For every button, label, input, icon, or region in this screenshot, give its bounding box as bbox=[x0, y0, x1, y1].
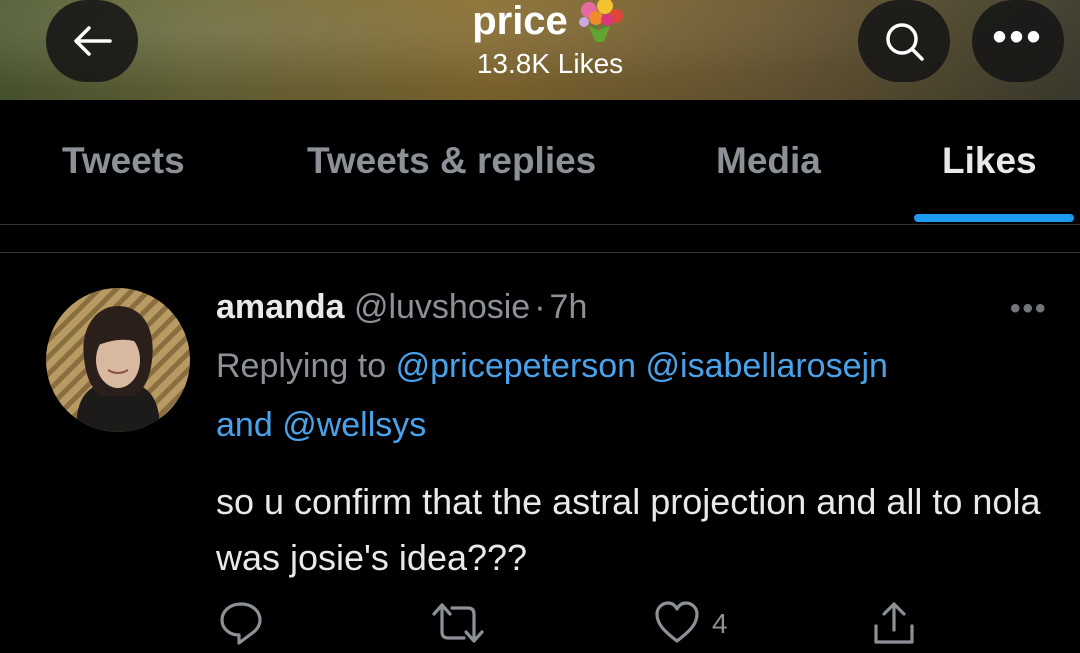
mention-link[interactable]: @wellsys bbox=[282, 406, 426, 444]
more-button[interactable]: ••• bbox=[972, 0, 1064, 82]
mention-link[interactable]: @isabellarosejn bbox=[646, 347, 888, 385]
separator-dot: · bbox=[534, 288, 546, 326]
retweet-icon bbox=[432, 603, 484, 643]
share-button[interactable] bbox=[872, 600, 916, 653]
retweet-button[interactable] bbox=[430, 600, 486, 653]
search-button[interactable] bbox=[858, 0, 950, 82]
heart-icon bbox=[655, 601, 699, 643]
back-arrow-icon bbox=[74, 26, 112, 56]
flower-bouquet-icon bbox=[574, 0, 628, 49]
author-name[interactable]: amanda bbox=[216, 288, 345, 326]
tweet-header: amanda @luvshosie · 7h bbox=[216, 288, 587, 327]
replying-to-line: Replying to @pricepeterson @isabellarose… bbox=[216, 346, 1056, 386]
profile-title: price 13.8K Likes bbox=[420, 0, 680, 79]
tab-likes[interactable]: Likes bbox=[942, 140, 1037, 182]
mention-link[interactable]: @pricepeterson bbox=[396, 347, 637, 385]
replying-to-line-2: and @wellsys bbox=[216, 405, 1056, 445]
tab-tweets[interactable]: Tweets bbox=[62, 140, 185, 182]
like-button[interactable]: 4 bbox=[654, 600, 728, 653]
tweet-text: so u confirm that the astral projection … bbox=[216, 481, 1041, 578]
share-icon bbox=[874, 602, 914, 644]
tabs-divider bbox=[0, 224, 1080, 225]
profile-name: price bbox=[472, 0, 568, 43]
tab-tweets-replies[interactable]: Tweets & replies bbox=[307, 140, 596, 182]
tab-media[interactable]: Media bbox=[716, 140, 821, 182]
replying-to-label: Replying to bbox=[216, 347, 387, 385]
active-tab-indicator bbox=[914, 214, 1074, 222]
reply-icon bbox=[220, 602, 262, 645]
and-label[interactable]: and bbox=[216, 406, 273, 444]
more-icon: ••• bbox=[992, 15, 1044, 59]
author-handle[interactable]: @luvshosie bbox=[354, 288, 530, 326]
like-count: 4 bbox=[712, 608, 728, 639]
tweet-time: 7h bbox=[549, 288, 588, 326]
likes-count: 13.8K Likes bbox=[476, 48, 624, 79]
tweet-divider bbox=[0, 252, 1080, 253]
back-button[interactable] bbox=[46, 0, 138, 82]
search-icon bbox=[886, 23, 924, 61]
tweet-more-icon[interactable]: ••• bbox=[1010, 292, 1048, 326]
reply-button[interactable] bbox=[218, 600, 264, 653]
avatar[interactable] bbox=[46, 288, 190, 432]
profile-tabs: Tweets Tweets & replies Media Likes bbox=[0, 100, 1080, 224]
